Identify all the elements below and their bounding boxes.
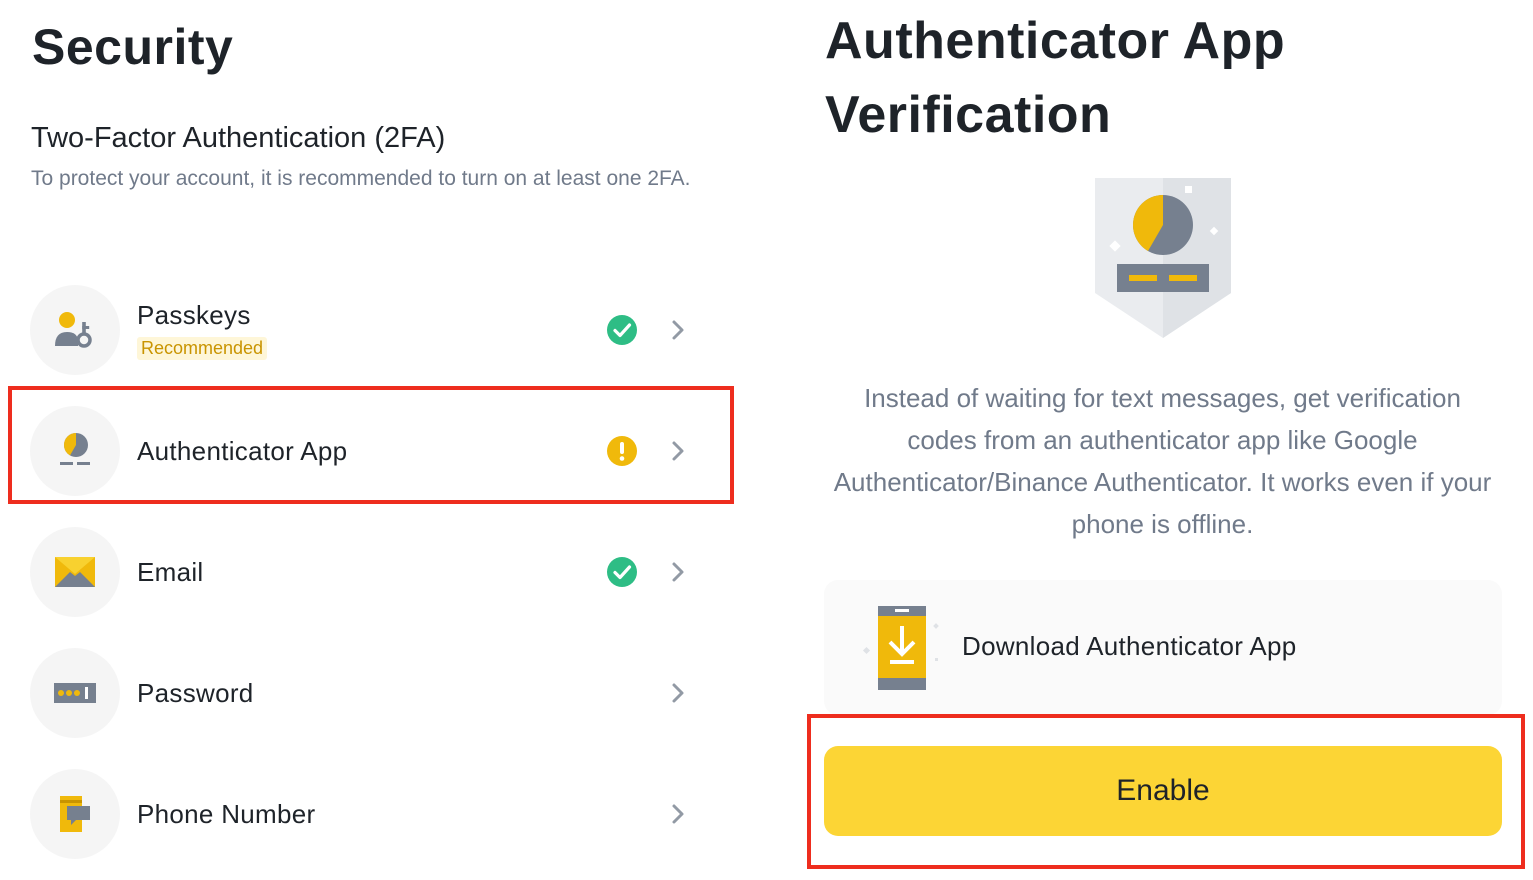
check-circle-icon	[607, 557, 637, 587]
chevron-right-icon	[672, 804, 684, 824]
list-item-label: Phone Number	[137, 798, 316, 829]
chevron-right-icon	[672, 441, 684, 461]
page-title: Security	[32, 19, 234, 75]
section-title: Two-Factor Authentication (2FA)	[31, 122, 446, 154]
verification-description: Instead of waiting for text messages, ge…	[833, 383, 1492, 539]
list-item-passkeys[interactable]: Passkeys Recommended	[30, 284, 700, 376]
section-description: To protect your account, it is recommend…	[31, 167, 691, 190]
enable-button[interactable]: Enable	[824, 746, 1502, 836]
download-authenticator-label: Download Authenticator App	[962, 631, 1297, 661]
page: Security Two-Factor Authentication (2FA)…	[0, 0, 1533, 880]
list-item-label: Password	[137, 677, 254, 708]
authenticator-shield-illustration	[1095, 178, 1231, 338]
phone-message-icon	[30, 769, 120, 859]
security-panel: Security Two-Factor Authentication (2FA)…	[0, 0, 760, 880]
verification-panel: Authenticator App Verification Instead o…	[790, 0, 1533, 880]
download-phone-icon	[862, 606, 939, 690]
list-item-email[interactable]: Email	[30, 526, 700, 618]
email-icon	[30, 527, 120, 617]
list-item-authenticator-app[interactable]: Authenticator App	[30, 405, 700, 497]
verification-title: Authenticator App Verification	[825, 12, 1286, 144]
list-item-phone-number[interactable]: Phone Number	[30, 768, 700, 860]
recommended-badge: Recommended	[137, 337, 268, 360]
chevron-right-icon	[672, 683, 684, 703]
passkey-icon	[30, 285, 120, 375]
download-authenticator-card[interactable]: Download Authenticator App	[824, 580, 1502, 715]
list-item-password[interactable]: Password	[30, 647, 700, 739]
warning-icon	[607, 436, 637, 466]
password-icon	[30, 648, 120, 738]
authenticator-icon	[30, 406, 120, 496]
check-circle-icon	[607, 315, 637, 345]
chevron-right-icon	[672, 562, 684, 582]
chevron-right-icon	[672, 320, 684, 340]
